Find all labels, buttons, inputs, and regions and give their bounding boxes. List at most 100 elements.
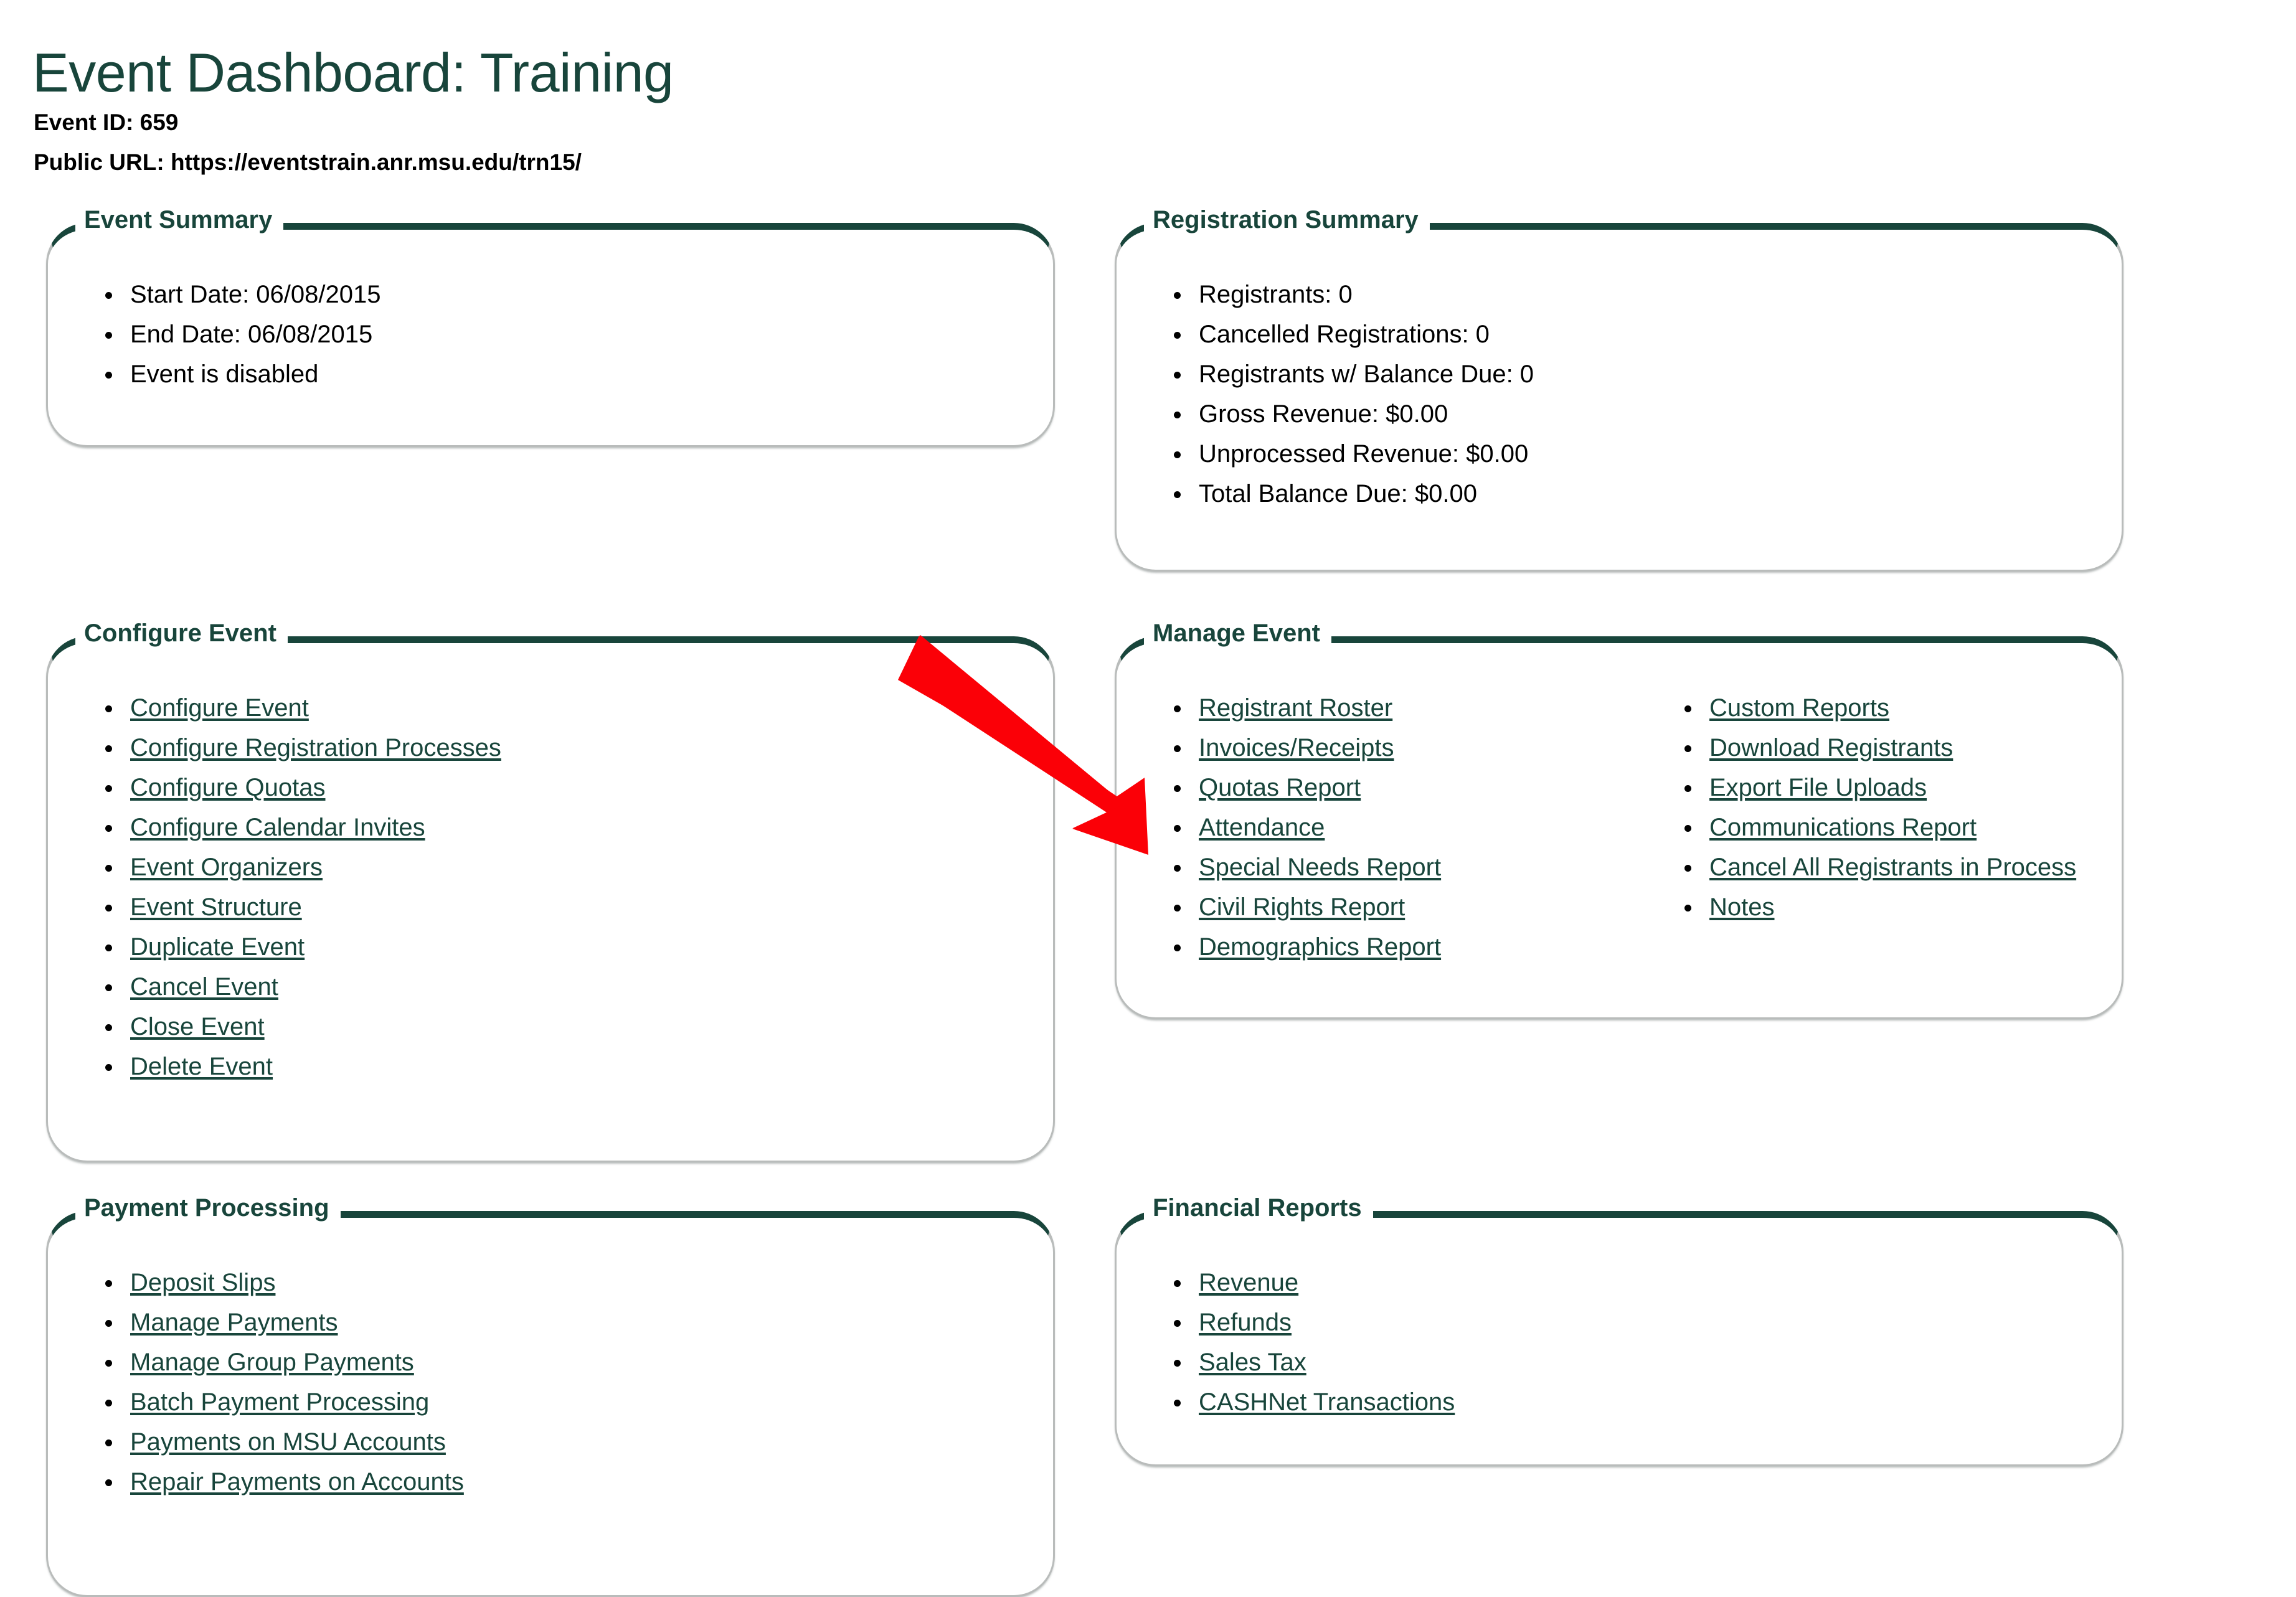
registration-summary-item-text: Gross Revenue: $0.00 — [1199, 400, 1448, 428]
panel-body-manage-event: Registrant Roster Invoices/Receipts Quot… — [1117, 643, 2122, 967]
link-cancel-all-registrants-in-process[interactable]: Cancel All Registrants in Process — [1709, 854, 2076, 881]
financial-reports-link-list: Revenue Refunds Sales Tax CASHNet Transa… — [1117, 1263, 2122, 1422]
list-item: Cancel All Registrants in Process — [1684, 847, 2122, 887]
payment-processing-link-list: Deposit Slips Manage Payments Manage Gro… — [48, 1263, 1053, 1502]
registration-summary-item-text: Registrants w/ Balance Due: 0 — [1199, 360, 1534, 388]
link-configure-quotas[interactable]: Configure Quotas — [130, 774, 326, 801]
link-delete-event[interactable]: Delete Event — [130, 1053, 273, 1080]
event-summary-item-text: Start Date: 06/08/2015 — [130, 281, 381, 308]
event-summary-item-text: Event is disabled — [130, 360, 319, 388]
link-payments-on-msu-accounts[interactable]: Payments on MSU Accounts — [130, 1428, 446, 1456]
list-item: Sales Tax — [1174, 1342, 2122, 1382]
panel-financial-reports: Financial Reports Revenue Refunds Sales … — [1115, 1193, 2124, 1466]
registration-summary-list: Registrants: 0 Cancelled Registrations: … — [1117, 275, 2122, 514]
list-item: Communications Report — [1684, 808, 2122, 847]
list-item: Manage Group Payments — [105, 1342, 1053, 1382]
list-item: Demographics Report — [1174, 927, 1627, 967]
list-item: Attendance — [1174, 808, 1627, 847]
panel-registration-summary: Registration Summary Registrants: 0 Canc… — [1115, 205, 2124, 572]
list-item: Unprocessed Revenue: $0.00 — [1174, 434, 2122, 474]
registration-summary-item-text: Cancelled Registrations: 0 — [1199, 321, 1490, 348]
event-summary-item-text: End Date: 06/08/2015 — [130, 321, 373, 348]
link-civil-rights-report[interactable]: Civil Rights Report — [1199, 893, 1405, 921]
list-item: Repair Payments on Accounts — [105, 1462, 1053, 1502]
link-custom-reports[interactable]: Custom Reports — [1709, 694, 1889, 722]
list-item: Event Organizers — [105, 847, 1053, 887]
link-communications-report[interactable]: Communications Report — [1709, 814, 1977, 841]
panel-body-configure-event: Configure Event Configure Registration P… — [48, 643, 1053, 1086]
list-item: Manage Payments — [105, 1303, 1053, 1342]
list-item: Event is disabled — [105, 354, 1053, 394]
configure-event-link-list: Configure Event Configure Registration P… — [48, 688, 1053, 1086]
list-item: Gross Revenue: $0.00 — [1174, 394, 2122, 434]
link-demographics-report[interactable]: Demographics Report — [1199, 933, 1441, 961]
list-item: Special Needs Report — [1174, 847, 1627, 887]
list-item: Configure Quotas — [105, 768, 1053, 808]
list-item: Download Registrants — [1684, 728, 2122, 768]
link-attendance[interactable]: Attendance — [1199, 814, 1325, 841]
link-sales-tax[interactable]: Sales Tax — [1199, 1349, 1306, 1376]
list-item: Payments on MSU Accounts — [105, 1422, 1053, 1462]
panel-body-registration-summary: Registrants: 0 Cancelled Registrations: … — [1117, 230, 2122, 514]
link-registrant-roster[interactable]: Registrant Roster — [1199, 694, 1392, 722]
manage-event-column-right: Custom Reports Download Registrants Expo… — [1627, 688, 2122, 967]
link-batch-payment-processing[interactable]: Batch Payment Processing — [130, 1388, 429, 1416]
link-revenue[interactable]: Revenue — [1199, 1269, 1298, 1296]
link-repair-payments-on-accounts[interactable]: Repair Payments on Accounts — [130, 1468, 464, 1496]
link-invoices-receipts[interactable]: Invoices/Receipts — [1199, 734, 1394, 761]
link-duplicate-event[interactable]: Duplicate Event — [130, 933, 305, 961]
panel-legend-manage-event: Manage Event — [1144, 618, 1331, 648]
link-quotas-report[interactable]: Quotas Report — [1199, 774, 1361, 801]
manage-event-column-left: Registrant Roster Invoices/Receipts Quot… — [1117, 688, 1627, 967]
link-notes[interactable]: Notes — [1709, 893, 1775, 921]
link-close-event[interactable]: Close Event — [130, 1013, 265, 1040]
list-item: End Date: 06/08/2015 — [105, 314, 1053, 354]
registration-summary-item-text: Unprocessed Revenue: $0.00 — [1199, 440, 1529, 468]
list-item: Refunds — [1174, 1303, 2122, 1342]
list-item: Delete Event — [105, 1047, 1053, 1086]
list-item: Registrants w/ Balance Due: 0 — [1174, 354, 2122, 394]
link-configure-registration-processes[interactable]: Configure Registration Processes — [130, 734, 501, 761]
link-download-registrants[interactable]: Download Registrants — [1709, 734, 1953, 761]
manage-event-link-list-primary: Registrant Roster Invoices/Receipts Quot… — [1117, 688, 1627, 967]
link-configure-event[interactable]: Configure Event — [130, 694, 309, 722]
registration-summary-item-text: Registrants: 0 — [1199, 281, 1353, 308]
link-deposit-slips[interactable]: Deposit Slips — [130, 1269, 275, 1296]
link-special-needs-report[interactable]: Special Needs Report — [1199, 854, 1441, 881]
page-title: Event Dashboard: Training — [32, 41, 674, 103]
list-item: Quotas Report — [1174, 768, 1627, 808]
panel-manage-event: Manage Event Registrant Roster Invoices/… — [1115, 618, 2124, 1019]
link-configure-calendar-invites[interactable]: Configure Calendar Invites — [130, 814, 425, 841]
panel-body-financial-reports: Revenue Refunds Sales Tax CASHNet Transa… — [1117, 1218, 2122, 1422]
link-refunds[interactable]: Refunds — [1199, 1309, 1292, 1336]
panel-configure-event: Configure Event Configure Event Configur… — [46, 618, 1055, 1162]
panel-legend-configure-event: Configure Event — [75, 618, 288, 648]
list-item: Configure Calendar Invites — [105, 808, 1053, 847]
list-item: Batch Payment Processing — [105, 1382, 1053, 1422]
link-manage-group-payments[interactable]: Manage Group Payments — [130, 1349, 414, 1376]
list-item: Close Event — [105, 1007, 1053, 1047]
panel-legend-financial-reports: Financial Reports — [1144, 1193, 1373, 1223]
link-export-file-uploads[interactable]: Export File Uploads — [1709, 774, 1927, 801]
list-item: Registrants: 0 — [1174, 275, 2122, 314]
panel-legend-event-summary: Event Summary — [75, 205, 284, 235]
panel-body-payment-processing: Deposit Slips Manage Payments Manage Gro… — [48, 1218, 1053, 1502]
public-url-label: Public URL: https://eventstrain.anr.msu.… — [34, 149, 582, 175]
list-item: Configure Event — [105, 688, 1053, 728]
list-item: Invoices/Receipts — [1174, 728, 1627, 768]
list-item: Configure Registration Processes — [105, 728, 1053, 768]
link-event-structure[interactable]: Event Structure — [130, 893, 302, 921]
list-item: CASHNet Transactions — [1174, 1382, 2122, 1422]
list-item: Event Structure — [105, 887, 1053, 927]
event-id-label: Event ID: 659 — [34, 110, 179, 135]
list-item: Cancel Event — [105, 967, 1053, 1007]
link-manage-payments[interactable]: Manage Payments — [130, 1309, 338, 1336]
link-cashnet-transactions[interactable]: CASHNet Transactions — [1199, 1388, 1455, 1416]
link-cancel-event[interactable]: Cancel Event — [130, 973, 278, 1001]
link-event-organizers[interactable]: Event Organizers — [130, 854, 323, 881]
list-item: Duplicate Event — [105, 927, 1053, 967]
panel-legend-registration-summary: Registration Summary — [1144, 205, 1430, 235]
list-item: Deposit Slips — [105, 1263, 1053, 1303]
manage-event-link-list-secondary: Custom Reports Download Registrants Expo… — [1627, 688, 2122, 927]
list-item: Total Balance Due: $0.00 — [1174, 474, 2122, 514]
